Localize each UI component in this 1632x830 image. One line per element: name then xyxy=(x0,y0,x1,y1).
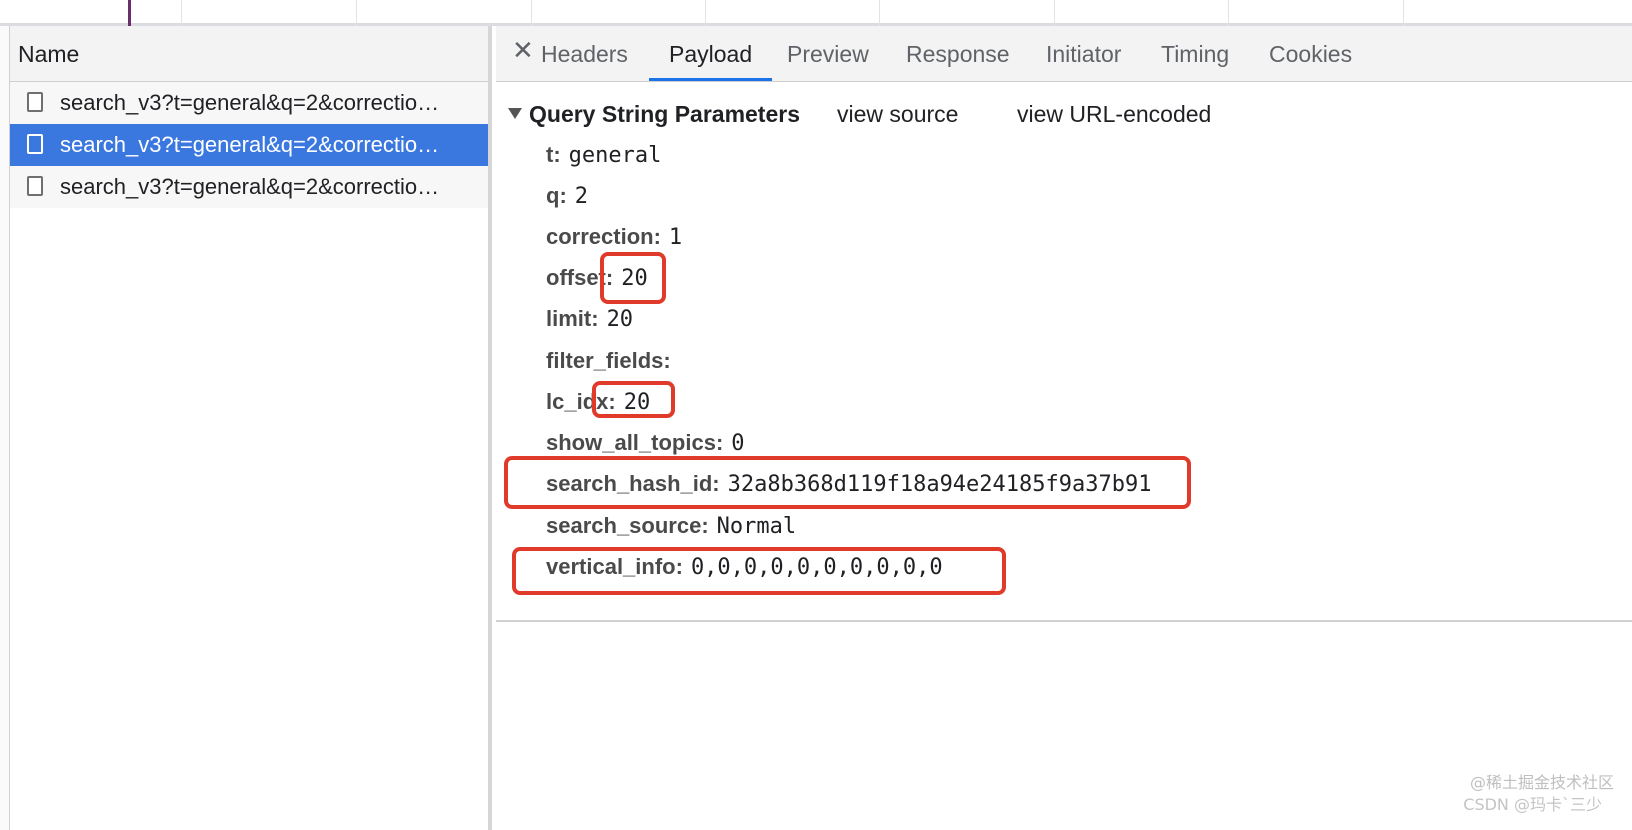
annotation-box-vertical-info xyxy=(512,547,1006,595)
watermark-csdn: CSDN @玛卡`三少 xyxy=(1463,795,1602,814)
document-icon xyxy=(27,176,43,196)
annotation-box-search-hash-id xyxy=(504,456,1191,509)
param-row: limit: 20 xyxy=(546,302,633,336)
name-column-header[interactable]: Name xyxy=(10,26,488,82)
section-divider xyxy=(496,620,1632,622)
view-source-link[interactable]: view source xyxy=(837,97,958,131)
param-row: q: 2 xyxy=(546,179,588,213)
watermark-juejin: @稀土掘金技术社区 xyxy=(1469,773,1614,792)
timeline-gridline xyxy=(1403,0,1404,26)
param-key: limit: xyxy=(546,306,599,331)
param-row: show_all_topics: 0 xyxy=(546,426,745,460)
param-key: correction: xyxy=(546,224,661,249)
network-timeline-strip[interactable] xyxy=(0,0,1632,26)
param-value: 2 xyxy=(574,184,589,209)
param-row: t: general xyxy=(546,138,661,172)
tab-timing[interactable]: Timing xyxy=(1141,26,1249,81)
param-row: correction: 1 xyxy=(546,220,682,254)
param-value: 20 xyxy=(606,307,634,332)
details-tabbar: ✕ Headers Payload Preview Response Initi… xyxy=(496,26,1632,82)
annotation-box-lc-idx xyxy=(592,381,675,418)
request-name: search_v3?t=general&q=2&correctio… xyxy=(60,132,440,157)
document-icon xyxy=(27,134,43,154)
request-row[interactable]: search_v3?t=general&q=2&correctio… xyxy=(10,166,488,208)
request-name: search_v3?t=general&q=2&correctio… xyxy=(60,174,440,199)
view-url-encoded-link[interactable]: view URL-encoded xyxy=(1017,97,1211,131)
tab-response[interactable]: Response xyxy=(886,26,1030,81)
annotation-box-offset xyxy=(600,252,666,304)
param-value: 1 xyxy=(668,225,683,250)
page-edge-fragment xyxy=(0,26,10,830)
query-params-section-header[interactable]: Query String Parameters xyxy=(508,97,800,131)
timeline-gridline xyxy=(181,0,182,26)
timeline-marker xyxy=(128,0,131,26)
tab-initiator[interactable]: Initiator xyxy=(1026,26,1141,81)
timeline-gridline xyxy=(356,0,357,26)
collapse-triangle-icon[interactable] xyxy=(508,108,522,120)
timeline-gridline xyxy=(879,0,880,26)
param-value: 0 xyxy=(731,431,745,456)
param-row: filter_fields: xyxy=(546,344,679,378)
request-row[interactable]: search_v3?t=general&q=2&correctio… xyxy=(10,82,488,124)
param-value: Normal xyxy=(716,514,797,539)
request-name: search_v3?t=general&q=2&correctio… xyxy=(60,90,440,115)
timeline-gridline xyxy=(531,0,532,26)
request-list-panel: Name search_v3?t=general&q=2&correctio… … xyxy=(10,26,492,830)
request-details-panel: ✕ Headers Payload Preview Response Initi… xyxy=(496,26,1632,830)
tab-headers[interactable]: Headers xyxy=(521,26,648,81)
timeline-gridline xyxy=(705,0,706,26)
param-key: filter_fields: xyxy=(546,348,671,373)
tab-preview[interactable]: Preview xyxy=(767,26,889,81)
param-key: show_all_topics: xyxy=(546,430,724,455)
tab-payload[interactable]: Payload xyxy=(649,26,773,81)
timeline-gridline xyxy=(1228,0,1229,26)
param-key: t: xyxy=(546,142,561,167)
document-icon xyxy=(27,92,43,112)
timeline-gridline xyxy=(1054,0,1055,26)
param-row: search_source: Normal xyxy=(546,509,796,543)
param-key: search_source: xyxy=(546,513,709,538)
param-value: general xyxy=(568,143,662,168)
request-row-selected[interactable]: search_v3?t=general&q=2&correctio… xyxy=(10,124,488,166)
section-title: Query String Parameters xyxy=(529,101,801,127)
param-key: q: xyxy=(546,183,567,208)
tab-cookies[interactable]: Cookies xyxy=(1249,26,1372,81)
